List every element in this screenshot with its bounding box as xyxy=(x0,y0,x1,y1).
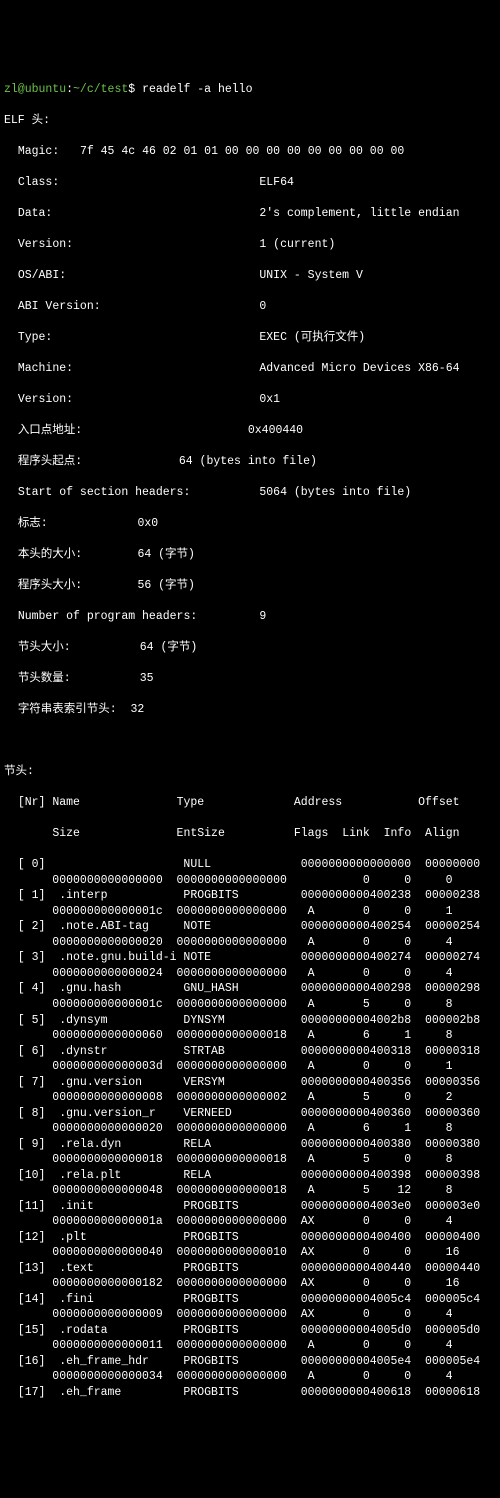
elf-header-title: ELF 头: xyxy=(4,113,500,129)
stridx-line: 字符串表索引节头: 32 xyxy=(4,702,500,718)
class-line: Class: ELF64 xyxy=(4,175,500,191)
section-header-cols1: [Nr] Name Type Address Offset xyxy=(4,795,500,811)
section-rows: [ 0] NULL 0000000000000000 00000000 0000… xyxy=(4,857,500,1400)
section-header-title: 节头: xyxy=(4,764,500,780)
magic-line: Magic: 7f 45 4c 46 02 01 01 00 00 00 00 … xyxy=(4,144,500,160)
terminal-output[interactable]: zl@ubuntu:~/c/test$ readelf -a hello ELF… xyxy=(4,66,500,1416)
prompt-user: zl@ubuntu xyxy=(4,83,66,96)
type-line: Type: EXEC (可执行文件) xyxy=(4,330,500,346)
osabi-line: OS/ABI: UNIX - System V xyxy=(4,268,500,284)
version-line: Version: 1 (current) xyxy=(4,237,500,253)
shsz-line: 节头大小: 64 (字节) xyxy=(4,640,500,656)
shoff-line: Start of section headers: 5064 (bytes in… xyxy=(4,485,500,501)
ehsz-line: 本头的大小: 64 (字节) xyxy=(4,547,500,563)
entry-line: 入口点地址: 0x400440 xyxy=(4,423,500,439)
numsh-line: 节头数量: 35 xyxy=(4,671,500,687)
prompt-line: zl@ubuntu:~/c/test$ readelf -a hello xyxy=(4,82,500,98)
flags-line: 标志: 0x0 xyxy=(4,516,500,532)
command-text: readelf -a hello xyxy=(142,83,252,96)
numph-line: Number of program headers: 9 xyxy=(4,609,500,625)
prompt-path: ~/c/test xyxy=(73,83,128,96)
phoff-line: 程序头起点: 64 (bytes into file) xyxy=(4,454,500,470)
version2-line: Version: 0x1 xyxy=(4,392,500,408)
machine-line: Machine: Advanced Micro Devices X86-64 xyxy=(4,361,500,377)
phsz-line: 程序头大小: 56 (字节) xyxy=(4,578,500,594)
section-header-cols2: Size EntSize Flags Link Info Align xyxy=(4,826,500,842)
abiver-line: ABI Version: 0 xyxy=(4,299,500,315)
data-line: Data: 2's complement, little endian xyxy=(4,206,500,222)
